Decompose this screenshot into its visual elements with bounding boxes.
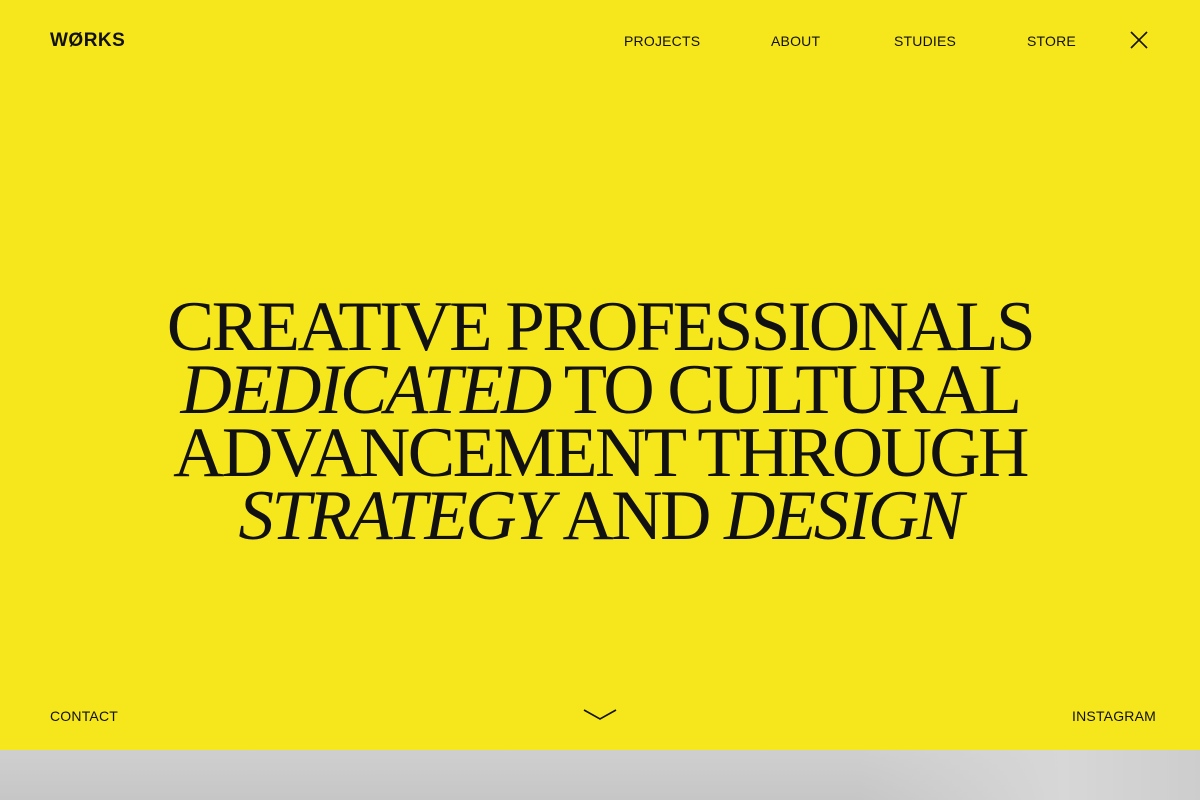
nav-item-studies[interactable]: STUDIES bbox=[894, 32, 956, 50]
hero-headline: CREATIVE PROFESSIONALS DEDICATED TO CULT… bbox=[0, 287, 1200, 551]
headline-line-3: ADVANCEMENT THROUGH bbox=[173, 413, 1029, 492]
close-icon bbox=[1130, 31, 1148, 49]
headline-line-1: CREATIVE PROFESSIONALS bbox=[166, 287, 1036, 366]
instagram-link[interactable]: INSTAGRAM bbox=[1072, 707, 1156, 725]
headline-line-2: DEDICATED TO CULTURAL bbox=[0, 354, 1200, 425]
headline-line-4: STRATEGY AND DESIGN bbox=[0, 480, 1200, 551]
headline-italic-design: DESIGN bbox=[724, 476, 964, 555]
headline-line-4-text: AND bbox=[551, 476, 725, 555]
nav-item-projects[interactable]: PROJECTS bbox=[624, 32, 700, 50]
next-section-preview bbox=[0, 750, 1200, 800]
contact-link[interactable]: CONTACT bbox=[50, 707, 118, 725]
chevron-down-icon bbox=[583, 709, 617, 720]
main-nav: PROJECTS ABOUT STUDIES STORE bbox=[0, 32, 1200, 52]
headline-italic-strategy: STRATEGY bbox=[238, 476, 553, 555]
close-button[interactable] bbox=[1129, 30, 1149, 50]
hero-section: WØRKS PROJECTS ABOUT STUDIES STORE CREAT… bbox=[0, 0, 1200, 750]
nav-item-about[interactable]: ABOUT bbox=[771, 32, 820, 50]
scroll-down-button[interactable] bbox=[583, 706, 617, 722]
nav-item-store[interactable]: STORE bbox=[1027, 32, 1076, 50]
next-section-image-shade bbox=[860, 750, 1200, 800]
